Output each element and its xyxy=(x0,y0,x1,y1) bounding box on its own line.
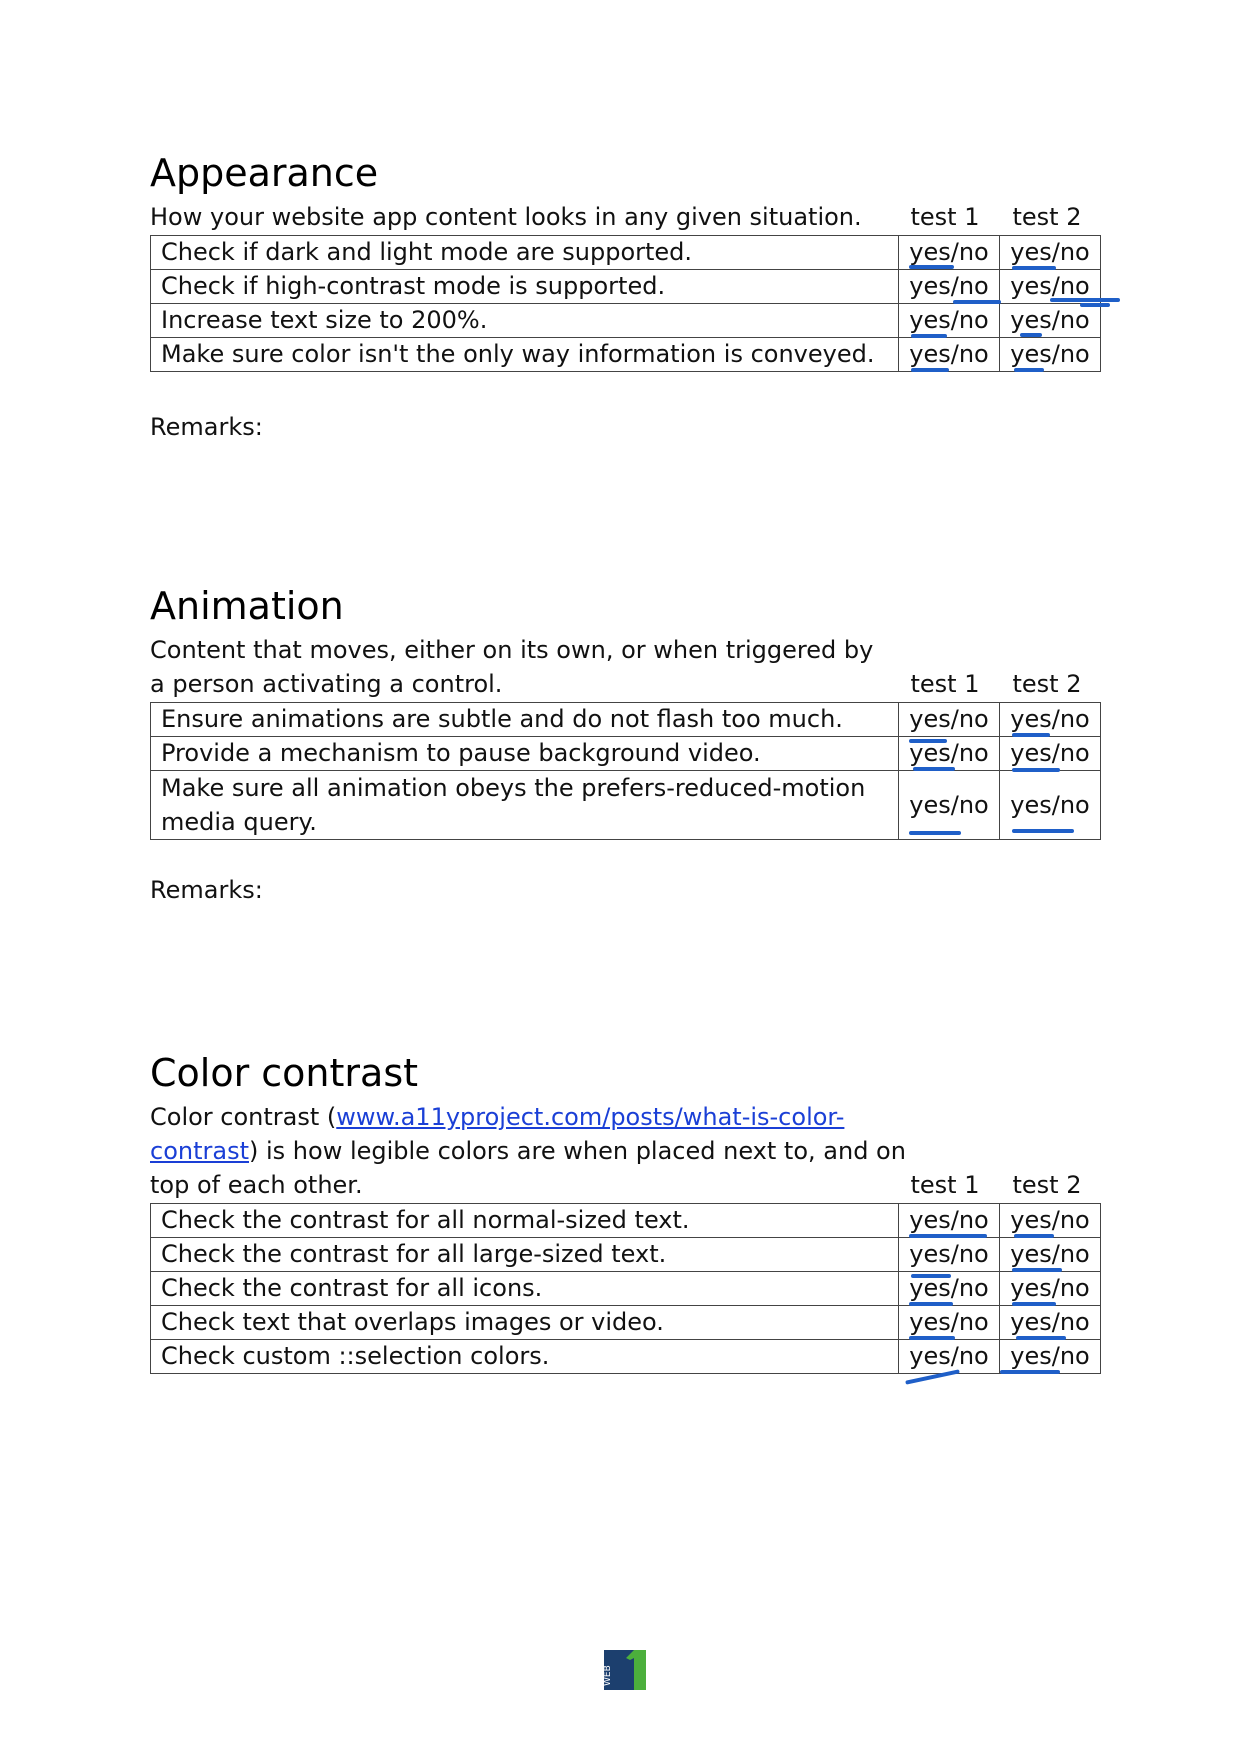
answer-test2[interactable]: yes/no xyxy=(999,1237,1101,1272)
answer-test1[interactable]: yes/no xyxy=(898,1339,1000,1374)
check-item: Check the contrast for all normal-sized … xyxy=(150,1203,899,1238)
answer-test2[interactable]: yes/no xyxy=(999,702,1101,737)
answer-test1[interactable]: yes/no xyxy=(898,303,1000,338)
check-item: Provide a mechanism to pause background … xyxy=(150,736,899,771)
answer-test2[interactable]: yes/no xyxy=(999,269,1120,304)
table-row: Make sure all animation obeys the prefer… xyxy=(150,770,1101,840)
answer-test1[interactable]: yes/no xyxy=(898,770,1000,840)
answer-test2[interactable]: yes/no xyxy=(999,736,1101,772)
check-item: Check text that overlaps images or video… xyxy=(150,1305,899,1340)
answer-test2[interactable]: yes/no xyxy=(999,303,1101,338)
color-contrast-checklist: Check the contrast for all normal-sized … xyxy=(150,1203,1101,1374)
answer-test1[interactable]: yes/no xyxy=(898,1305,1000,1340)
answer-test2[interactable]: yes/no xyxy=(999,1203,1101,1238)
section-color-contrast: Color contrast Color contrast (www.a11yp… xyxy=(150,1050,1101,1390)
table-row: Check the contrast for all normal-sized … xyxy=(150,1203,1101,1238)
svg-text:WEB: WEB xyxy=(604,1665,613,1686)
ink-mark xyxy=(1050,298,1120,302)
col-header-test2: test 2 xyxy=(1012,1171,1082,1199)
ink-mark xyxy=(909,265,954,269)
table-row: Increase text size to 200%. yes/no yes/n… xyxy=(150,303,1101,338)
col-header-test2: test 2 xyxy=(1012,670,1082,698)
check-item: Make sure all animation obeys the prefer… xyxy=(150,770,899,840)
ink-mark xyxy=(909,739,947,743)
section-title: Appearance xyxy=(150,151,379,195)
col-header-test1: test 1 xyxy=(910,1171,980,1199)
table-row: Check text that overlaps images or video… xyxy=(150,1305,1101,1340)
web1-logo-icon: WEB xyxy=(604,1650,646,1690)
section-description: Content that moves, either on its own, o… xyxy=(150,636,874,698)
answer-test1[interactable]: yes/no xyxy=(898,1271,1000,1306)
check-item: Check custom ::selection colors. xyxy=(150,1339,899,1374)
table-row: Check if high-contrast mode is supported… xyxy=(150,269,1120,304)
animation-checklist: Ensure animations are subtle and do not … xyxy=(150,702,1101,840)
check-item: Make sure color isn't the only way infor… xyxy=(150,337,899,372)
section-title: Color contrast xyxy=(150,1051,419,1095)
table-row: Check if dark and light mode are support… xyxy=(150,235,1101,270)
ink-mark xyxy=(1000,1370,1060,1374)
answer-test2[interactable]: yes/no xyxy=(999,1271,1101,1306)
answer-test2[interactable]: yes/no xyxy=(999,770,1101,840)
col-header-test2: test 2 xyxy=(1012,203,1082,231)
section-appearance: Appearance How your website app content … xyxy=(150,150,1120,450)
remarks-label: Remarks: xyxy=(150,413,263,441)
answer-test2[interactable]: yes/no xyxy=(999,1305,1101,1340)
ink-mark xyxy=(909,831,961,835)
check-item: Check if dark and light mode are support… xyxy=(150,235,899,270)
check-item: Ensure animations are subtle and do not … xyxy=(150,702,899,737)
section-title: Animation xyxy=(150,584,344,628)
ink-mark xyxy=(1020,333,1042,337)
section-animation: Animation Content that moves, either on … xyxy=(150,583,1101,913)
table-row: Check custom ::selection colors. yes/no … xyxy=(150,1339,1101,1374)
check-item: Check if high-contrast mode is supported… xyxy=(150,269,899,304)
answer-test1[interactable]: yes/no xyxy=(898,337,1000,372)
answer-test1[interactable]: yes/no xyxy=(898,269,1001,304)
answer-test1[interactable]: yes/no xyxy=(898,235,1000,270)
answer-test1[interactable]: yes/no xyxy=(898,1237,1000,1272)
description-text: Color contrast ( xyxy=(150,1103,337,1131)
ink-mark xyxy=(1014,368,1044,372)
table-row: Make sure color isn't the only way infor… xyxy=(150,337,1101,372)
check-item: Check the contrast for all icons. xyxy=(150,1271,899,1306)
appearance-checklist: Check if dark and light mode are support… xyxy=(150,235,1120,372)
answer-test2[interactable]: yes/no xyxy=(999,337,1101,372)
col-header-test1: test 1 xyxy=(910,670,980,698)
remarks-label: Remarks: xyxy=(150,876,263,904)
description-text: ) is how legible colors are when placed … xyxy=(150,1137,906,1199)
answer-test2[interactable]: yes/no xyxy=(999,235,1101,270)
check-item: Check the contrast for all large-sized t… xyxy=(150,1237,899,1272)
answer-test1[interactable]: yes/no xyxy=(898,702,1000,737)
ink-mark xyxy=(1080,303,1110,307)
ink-mark xyxy=(911,1274,951,1278)
ink-mark xyxy=(911,368,949,372)
table-row: Check the contrast for all icons. yes/no… xyxy=(150,1271,1101,1306)
col-header-test1: test 1 xyxy=(910,203,980,231)
table-row: Provide a mechanism to pause background … xyxy=(150,736,1101,772)
answer-test1[interactable]: yes/no xyxy=(898,1203,1000,1238)
section-description: How your website app content looks in an… xyxy=(150,203,862,231)
table-row: Check the contrast for all large-sized t… xyxy=(150,1237,1101,1272)
check-item: Increase text size to 200%. xyxy=(150,303,899,338)
ink-mark xyxy=(1012,829,1074,833)
answer-test1[interactable]: yes/no xyxy=(898,736,1000,771)
section-description: Color contrast (www.a11yproject.com/post… xyxy=(150,1100,910,1202)
table-row: Ensure animations are subtle and do not … xyxy=(150,702,1101,737)
answer-test2[interactable]: yes/no xyxy=(999,1339,1101,1374)
